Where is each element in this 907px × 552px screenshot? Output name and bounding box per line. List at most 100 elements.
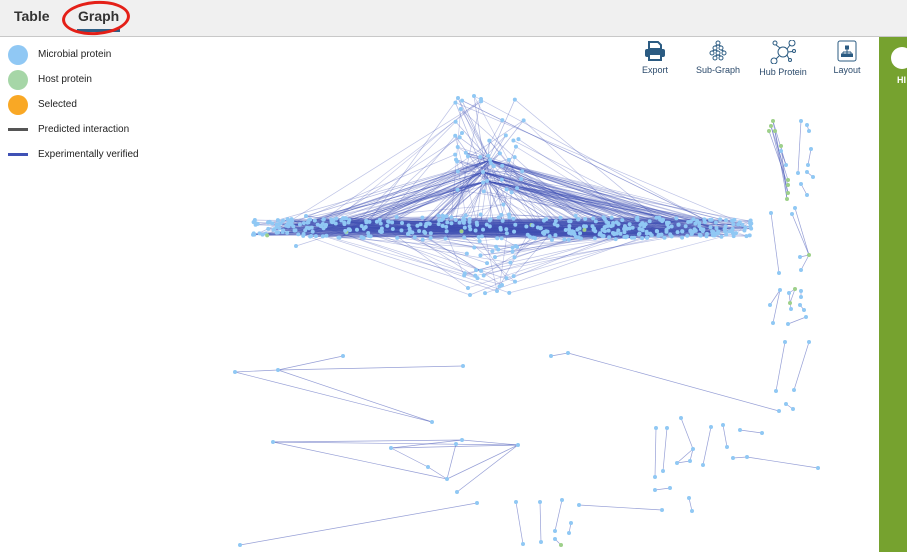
microbial-protein-node[interactable]	[455, 159, 460, 164]
microbial-protein-node[interactable]	[807, 340, 811, 344]
microbial-protein-node[interactable]	[616, 221, 621, 226]
microbial-protein-node[interactable]	[301, 233, 306, 238]
interaction-edge[interactable]	[277, 369, 433, 423]
microbial-protein-node[interactable]	[520, 169, 525, 174]
microbial-protein-node[interactable]	[784, 402, 788, 406]
microbial-protein-node[interactable]	[790, 212, 794, 216]
microbial-protein-node[interactable]	[555, 223, 560, 228]
microbial-protein-node[interactable]	[509, 190, 514, 195]
microbial-protein-node[interactable]	[346, 227, 351, 232]
microbial-protein-node[interactable]	[784, 163, 788, 167]
microbial-protein-node[interactable]	[516, 137, 521, 142]
microbial-protein-node[interactable]	[309, 233, 314, 238]
microbial-protein-node[interactable]	[512, 229, 517, 234]
microbial-protein-node[interactable]	[495, 289, 499, 293]
microbial-protein-node[interactable]	[566, 351, 570, 355]
microbial-protein-node[interactable]	[436, 213, 441, 218]
microbial-protein-node[interactable]	[473, 273, 478, 278]
microbial-protein-node[interactable]	[593, 219, 598, 224]
microbial-protein-node[interactable]	[275, 218, 280, 223]
microbial-protein-node[interactable]	[660, 508, 664, 512]
microbial-protein-node[interactable]	[334, 216, 339, 221]
microbial-protein-node[interactable]	[465, 285, 470, 290]
microbial-protein-node[interactable]	[521, 542, 525, 546]
microbial-protein-node[interactable]	[406, 223, 411, 228]
microbial-protein-node[interactable]	[292, 228, 297, 233]
microbial-protein-node[interactable]	[455, 169, 460, 174]
microbial-protein-node[interactable]	[424, 221, 429, 226]
microbial-protein-node[interactable]	[683, 224, 688, 229]
microbial-protein-node[interactable]	[310, 229, 315, 234]
microbial-protein-node[interactable]	[662, 235, 667, 240]
microbial-protein-node[interactable]	[481, 180, 486, 185]
interaction-edge[interactable]	[662, 427, 668, 472]
microbial-protein-node[interactable]	[428, 231, 433, 236]
microbial-protein-node[interactable]	[730, 218, 735, 223]
microbial-protein-node[interactable]	[507, 290, 512, 295]
interaction-edge[interactable]	[554, 499, 563, 532]
microbial-protein-node[interactable]	[649, 233, 654, 238]
interaction-edge[interactable]	[680, 417, 694, 450]
microbial-protein-node[interactable]	[647, 219, 652, 224]
microbial-protein-node[interactable]	[789, 307, 793, 311]
microbial-protein-node[interactable]	[478, 155, 483, 160]
host-protein-node[interactable]	[786, 183, 790, 187]
microbial-protein-node[interactable]	[321, 217, 326, 222]
microbial-protein-node[interactable]	[799, 295, 803, 299]
microbial-protein-node[interactable]	[444, 229, 449, 234]
interaction-edge[interactable]	[272, 439, 463, 443]
microbial-protein-node[interactable]	[643, 222, 648, 227]
microbial-protein-node[interactable]	[553, 233, 558, 238]
host-protein-node[interactable]	[793, 287, 797, 291]
microbial-protein-node[interactable]	[644, 231, 649, 236]
microbial-protein-node[interactable]	[711, 229, 716, 234]
microbial-protein-node[interactable]	[303, 228, 308, 233]
microbial-protein-node[interactable]	[453, 152, 458, 157]
microbial-protein-node[interactable]	[285, 230, 290, 235]
microbial-protein-node[interactable]	[457, 135, 462, 140]
microbial-protein-node[interactable]	[676, 222, 681, 227]
side-panel-hide[interactable]: HI	[879, 37, 907, 552]
microbial-protein-node[interactable]	[490, 249, 495, 254]
microbial-protein-node[interactable]	[538, 500, 542, 504]
host-protein-node[interactable]	[769, 124, 773, 128]
network-graph-canvas[interactable]	[0, 0, 907, 552]
host-protein-node[interactable]	[788, 301, 792, 305]
microbial-protein-node[interactable]	[291, 224, 296, 229]
microbial-protein-node[interactable]	[312, 218, 317, 223]
microbial-protein-node[interactable]	[515, 244, 520, 249]
microbial-protein-node[interactable]	[799, 268, 803, 272]
sub-graph-button[interactable]: Sub-Graph	[688, 40, 748, 75]
microbial-protein-node[interactable]	[324, 233, 329, 238]
microbial-protein-node[interactable]	[805, 170, 809, 174]
microbial-protein-node[interactable]	[487, 224, 492, 229]
microbial-protein-node[interactable]	[807, 129, 811, 133]
microbial-protein-node[interactable]	[461, 216, 466, 221]
microbial-protein-node[interactable]	[333, 221, 338, 226]
microbial-protein-node[interactable]	[524, 224, 529, 229]
microbial-protein-node[interactable]	[806, 163, 810, 167]
microbial-protein-node[interactable]	[281, 228, 286, 233]
microbial-protein-node[interactable]	[792, 388, 796, 392]
microbial-protein-node[interactable]	[774, 389, 778, 393]
microbial-protein-node[interactable]	[472, 245, 477, 250]
microbial-protein-node[interactable]	[287, 222, 292, 227]
microbial-protein-node[interactable]	[276, 368, 280, 372]
microbial-protein-node[interactable]	[343, 228, 348, 233]
microbial-protein-node[interactable]	[495, 236, 500, 241]
microbial-protein-node[interactable]	[581, 224, 586, 229]
microbial-protein-node[interactable]	[539, 540, 543, 544]
microbial-protein-node[interactable]	[487, 218, 492, 223]
microbial-protein-node[interactable]	[412, 235, 417, 240]
microbial-protein-node[interactable]	[768, 303, 772, 307]
microbial-protein-node[interactable]	[786, 322, 790, 326]
microbial-protein-node[interactable]	[461, 364, 465, 368]
microbial-protein-node[interactable]	[675, 461, 679, 465]
microbial-protein-node[interactable]	[701, 463, 705, 467]
microbial-protein-node[interactable]	[590, 224, 595, 229]
export-button[interactable]: Export	[625, 40, 685, 75]
microbial-protein-node[interactable]	[798, 255, 802, 259]
interaction-edge[interactable]	[793, 341, 810, 391]
microbial-protein-node[interactable]	[399, 228, 404, 233]
interaction-edge[interactable]	[539, 501, 542, 543]
